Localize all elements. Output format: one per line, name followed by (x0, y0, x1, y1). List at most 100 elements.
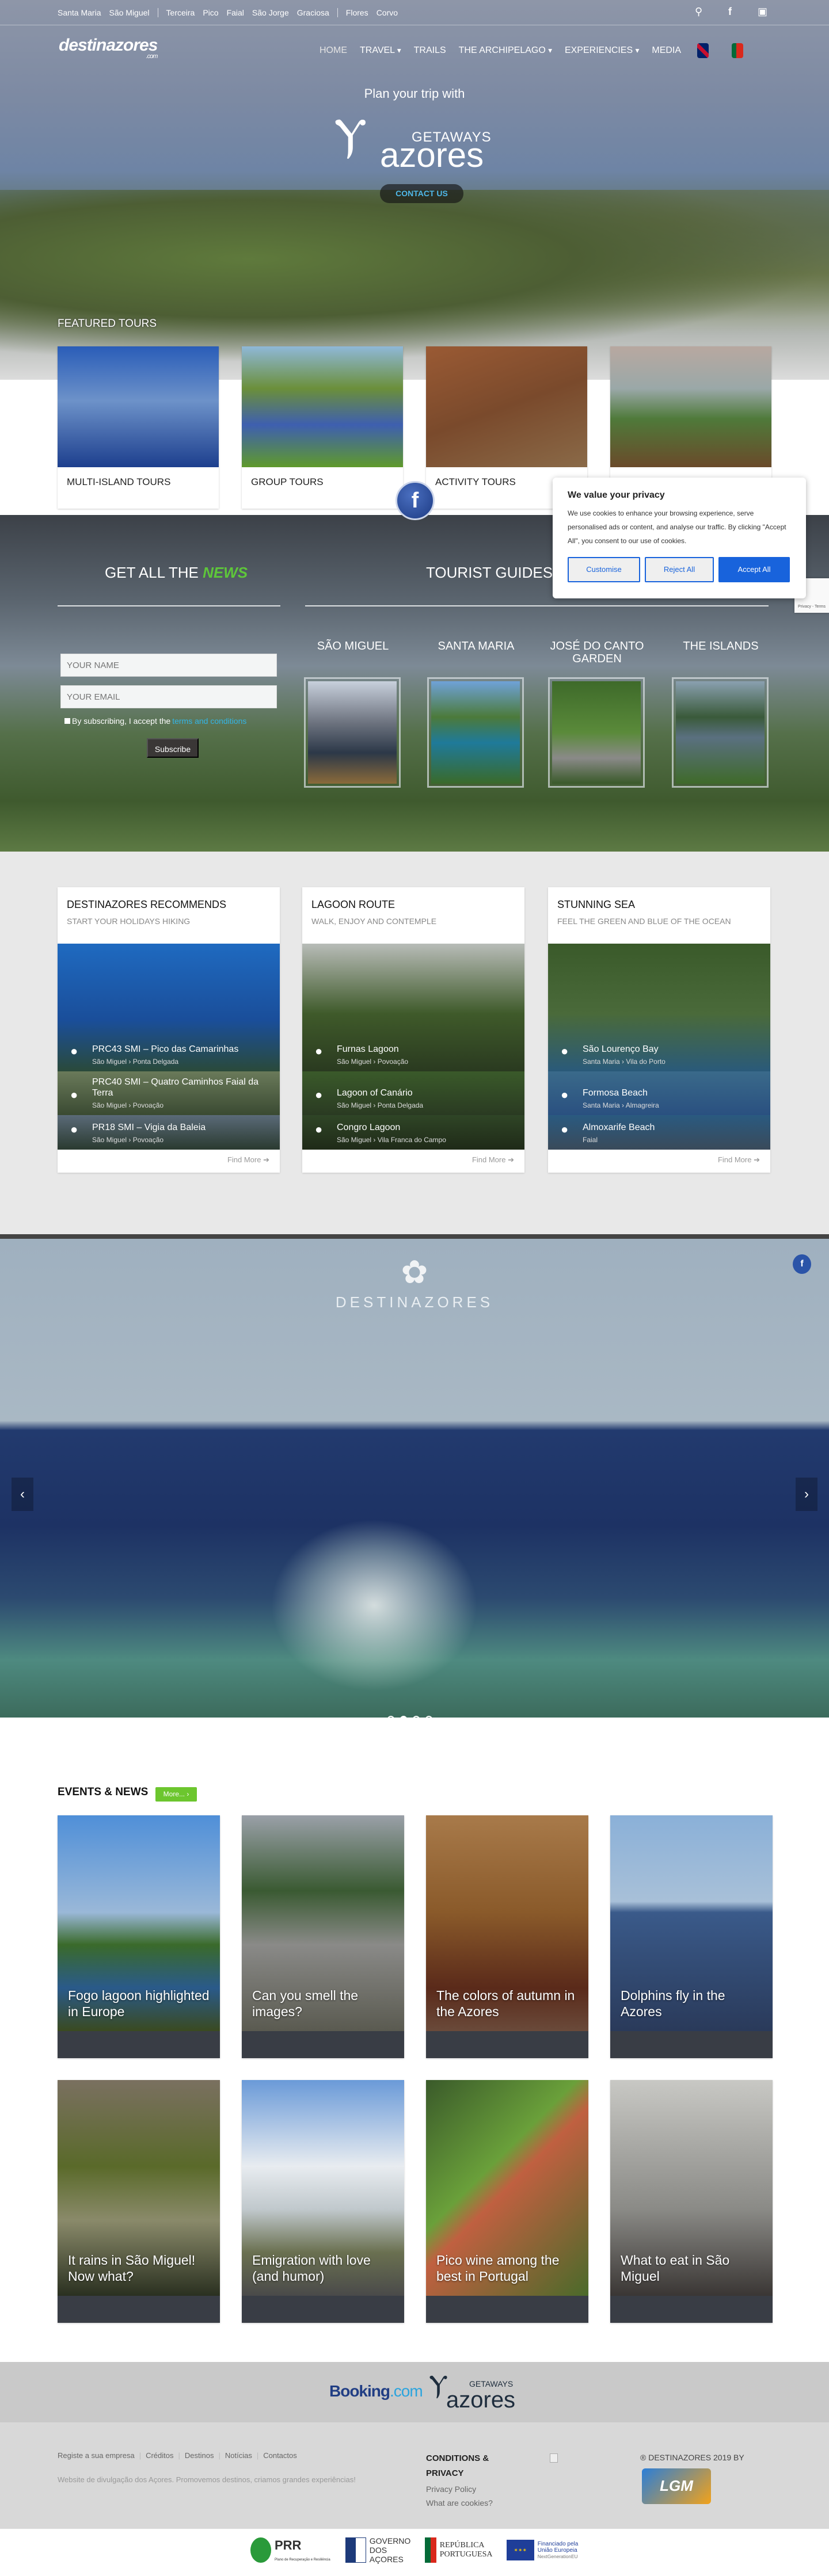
facebook-icon[interactable]: f (793, 1254, 811, 1274)
recommendation-item[interactable]: ● PRC40 SMI – Quatro Caminhos Faial da Te… (58, 1071, 280, 1115)
cookies-link[interactable]: What are cookies? (426, 2498, 493, 2508)
nav-home[interactable]: HOME (320, 45, 347, 56)
tour-card[interactable]: MULTI-ISLAND TOURS (58, 346, 219, 509)
footer-link-destinations[interactable]: Destinos (185, 2451, 214, 2460)
recommendation-item[interactable]: ● Furnas Lagoon São Miguel › Povoação (302, 944, 524, 1071)
item-name: Furnas Lagoon (337, 1044, 399, 1054)
news-card[interactable]: It rains in São Miguel! Now what? (58, 2080, 220, 2323)
cookie-text: We use cookies to enhance your browsing … (568, 509, 786, 545)
tour-card[interactable]: GROUP TOURS (242, 346, 403, 509)
privacy-policy-link[interactable]: Privacy Policy (426, 2485, 476, 2494)
divider (58, 605, 280, 606)
recommendation-item[interactable]: ● PRC43 SMI – Pico das Camarinhas São Migu… (58, 944, 280, 1071)
recommendation-item[interactable]: ● PR18 SMI – Vigia da Baleia São Miguel › … (58, 1115, 280, 1150)
flag-portugal-icon[interactable] (732, 43, 744, 58)
slider-dot[interactable] (425, 1716, 433, 1725)
item-location: Santa Maria › Vila do Porto (583, 1058, 666, 1066)
slider-dot[interactable] (387, 1716, 395, 1725)
island-link-sao-miguel[interactable]: São Miguel (109, 8, 149, 17)
guide-card-santa-maria[interactable] (427, 677, 524, 788)
acores-flag-icon (345, 2537, 366, 2563)
rep-text: REPÚBLICA PORTUGUESA (439, 2541, 493, 2559)
flag-uk-icon[interactable] (697, 43, 709, 58)
getaways-azores-partner-logo[interactable]: Ⲩ GETAWAYS azores (429, 2369, 516, 2418)
map-pin-icon: ● (315, 1087, 323, 1102)
more-events-button[interactable]: More... › (155, 1787, 197, 1802)
guide-title: SANTA MARIA (438, 640, 515, 652)
nav-travel[interactable]: TRAVEL ▾ (360, 45, 401, 56)
logo-text: destinazores (59, 36, 158, 55)
island-link-faial[interactable]: Faial (227, 8, 244, 17)
recommendation-item[interactable]: ● Formosa Beach Santa Maria › Almagreira (548, 1071, 770, 1115)
news-image: Can you smell the images? (242, 1815, 404, 2031)
contact-us-button[interactable]: CONTACT US (380, 184, 463, 203)
news-card[interactable]: Dolphins fly in the Azores (610, 1815, 773, 2058)
subscribe-button[interactable]: Subscribe (147, 738, 199, 758)
footer-link-contacts[interactable]: Contactos (263, 2451, 297, 2460)
island-link-sao-jorge[interactable]: São Jorge (252, 8, 289, 17)
slider-prev-arrow[interactable]: ‹ (12, 1478, 33, 1511)
find-more-link[interactable]: Find More ➔ (58, 1150, 280, 1173)
facebook-icon[interactable]: f (728, 6, 732, 18)
nav-label: THE ARCHIPELAGO (458, 45, 546, 55)
consent-text: By subscribing, I accept the (72, 716, 171, 726)
nav-archipelago[interactable]: THE ARCHIPELAGO ▾ (459, 45, 552, 56)
recommendation-card: STUNNING SEA FEEL THE GREEN AND BLUE OF T… (548, 887, 770, 1173)
instagram-icon[interactable]: ▣ (758, 6, 767, 18)
recommendation-item[interactable]: ● Congro Lagoon São Miguel › Vila Franca d… (302, 1115, 524, 1150)
newsletter-heading: GET ALL THE NEWS (105, 564, 248, 582)
footer-link-news[interactable]: Notícias (225, 2451, 252, 2460)
island-link-santa-maria[interactable]: Santa Maria (58, 8, 101, 17)
recommendation-item[interactable]: ● Almoxarife Beach Faial (548, 1115, 770, 1150)
terms-link[interactable]: terms and conditions (172, 716, 246, 726)
island-link-graciosa[interactable]: Graciosa (297, 8, 329, 17)
recommendation-item[interactable]: ● Lagoon of Canário São Miguel › Ponta Del… (302, 1071, 524, 1115)
arrow-right-icon: ➔ (508, 1155, 514, 1164)
guide-card-the-islands[interactable] (672, 677, 769, 788)
island-link-pico[interactable]: Pico (203, 8, 218, 17)
find-more-link[interactable]: Find More ➔ (548, 1150, 770, 1173)
search-icon[interactable]: ⚲ (695, 6, 702, 18)
logo-azores: azores (446, 2387, 516, 2413)
island-link-flores[interactable]: Flores (346, 8, 368, 17)
footer-tagline: Website de divulgação dos Açores. Promov… (58, 2475, 356, 2484)
developer-logo[interactable]: LGM (642, 2468, 711, 2504)
consent-checkbox[interactable] (64, 718, 70, 724)
news-card[interactable]: What to eat in São Miguel (610, 2080, 773, 2323)
site-logo[interactable]: destinazores .com (59, 36, 158, 60)
guide-card-sao-miguel[interactable] (304, 677, 401, 788)
recommendation-item[interactable]: ● São Lourenço Bay Santa Maria › Vila do P… (548, 944, 770, 1071)
slider-dot[interactable] (400, 1716, 408, 1725)
slider-next-arrow[interactable]: › (796, 1478, 817, 1511)
news-card[interactable]: Pico wine among the best in Portugal (426, 2080, 588, 2323)
nav-media[interactable]: MEDIA (652, 45, 681, 56)
eu-flag-icon: ✶✶✶ (506, 2540, 534, 2560)
news-card[interactable]: The colors of autumn in the Azores (426, 1815, 588, 2058)
footer-link-credits[interactable]: Créditos (146, 2451, 173, 2460)
logo-azores: azores (380, 136, 484, 174)
prr-logo: PRR Plano de Recuperação e Resiliência (250, 2537, 330, 2563)
guide-title: SÃO MIGUEL (317, 640, 389, 652)
booking-logo[interactable]: Booking.com (329, 2382, 423, 2401)
slider-dots (387, 1716, 433, 1725)
main-nav: HOME TRAVEL ▾ TRAILS THE ARCHIPELAGO ▾ E… (320, 43, 744, 58)
email-input[interactable] (60, 685, 277, 708)
news-card[interactable]: Emigration with love (and humor) (242, 2080, 404, 2323)
news-card[interactable]: Can you smell the images? (242, 1815, 404, 2058)
island-link-terceira[interactable]: Terceira (166, 8, 195, 17)
reject-all-button[interactable]: Reject All (645, 557, 714, 582)
accept-all-button[interactable]: Accept All (718, 557, 790, 582)
slider-dot[interactable] (412, 1716, 420, 1725)
facebook-floating-button[interactable]: f (396, 481, 435, 520)
footer-link-register[interactable]: Registe a sua empresa (58, 2451, 135, 2460)
news-card[interactable]: Fogo lagoon highlighted in Europe (58, 1815, 220, 2058)
guide-card-jose-do-canto[interactable] (548, 677, 645, 788)
events-heading: EVENTS & NEWS (58, 1786, 149, 1798)
island-link-corvo[interactable]: Corvo (377, 8, 398, 17)
nav-trails[interactable]: TRAILS (414, 45, 446, 56)
guides-heading: TOURIST GUIDES D (426, 564, 568, 582)
find-more-link[interactable]: Find More ➔ (302, 1150, 524, 1173)
customise-button[interactable]: Customise (568, 557, 640, 582)
nav-experiences[interactable]: EXPERIENCIES ▾ (565, 45, 639, 56)
name-input[interactable] (60, 654, 277, 677)
